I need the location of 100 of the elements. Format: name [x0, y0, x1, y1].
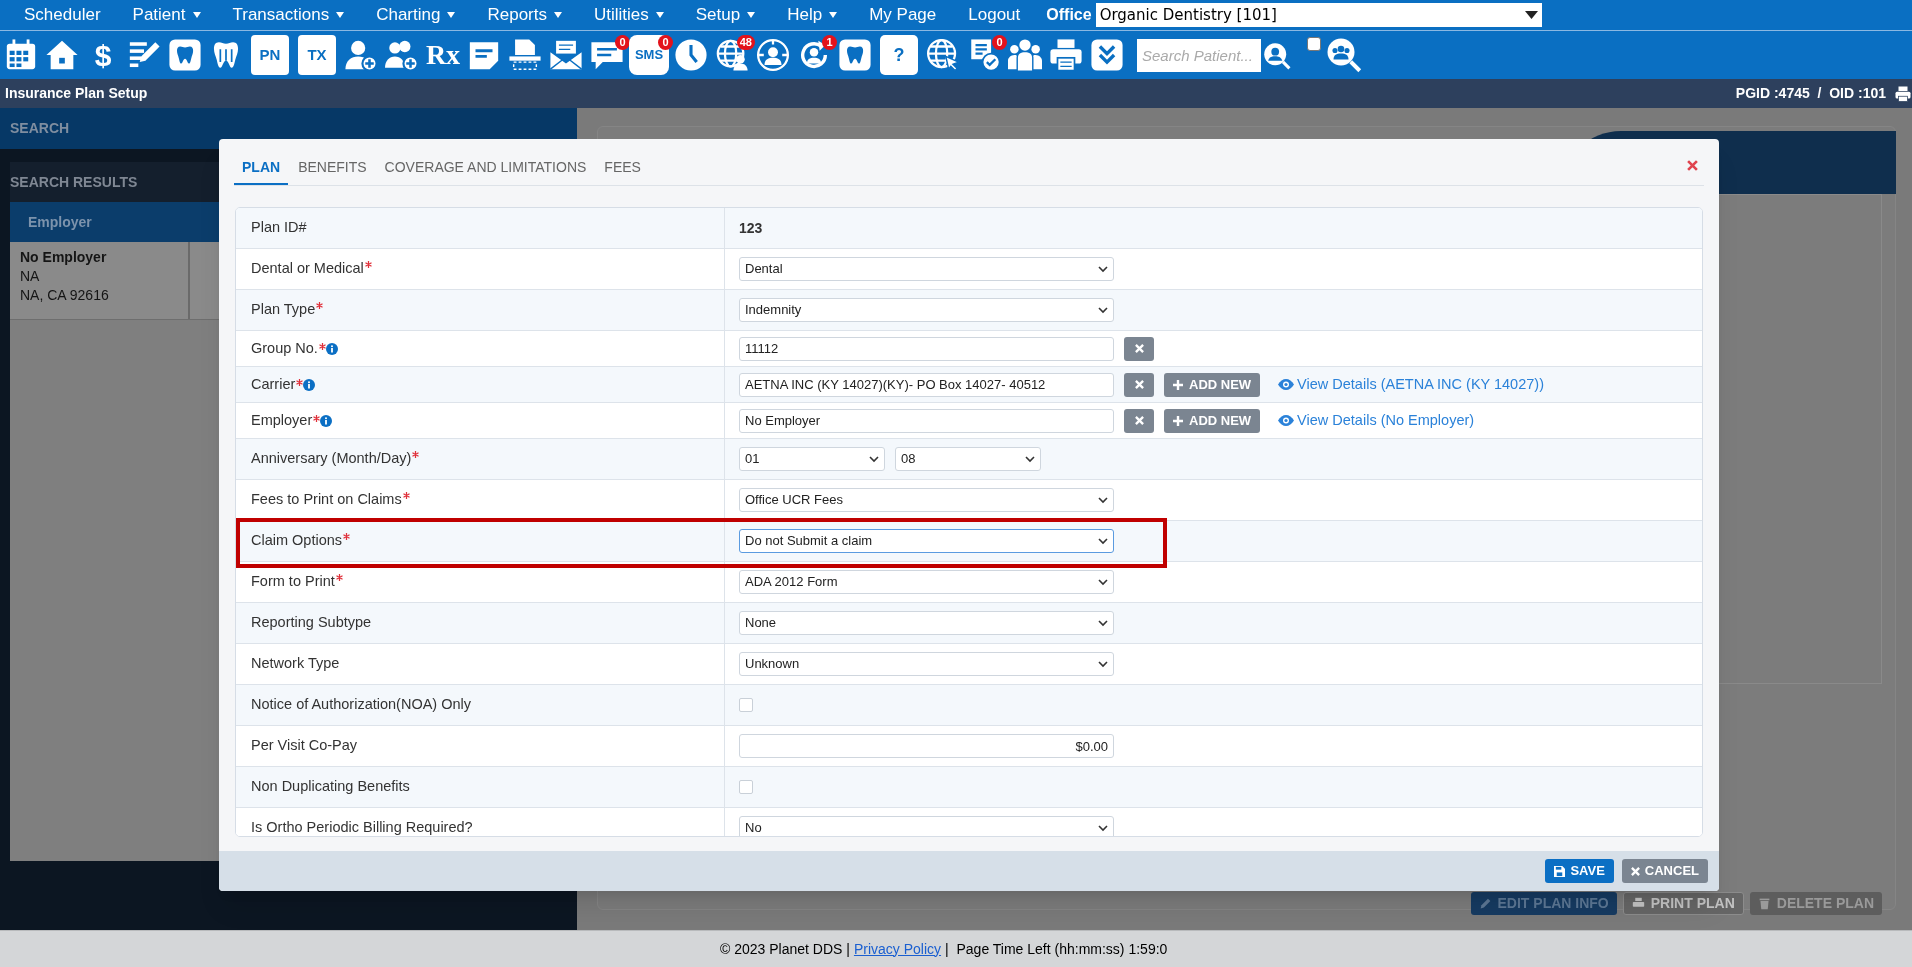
- eye-icon: [1278, 415, 1295, 426]
- cancel-button[interactable]: CANCEL: [1621, 859, 1708, 883]
- clear-button[interactable]: [1124, 336, 1154, 361]
- notification-count: 0: [658, 35, 673, 50]
- toolbar-button[interactable]: $: [84, 35, 122, 75]
- office-dropdown[interactable]: Organic Dentistry [101]: [1095, 3, 1542, 27]
- printer-icon: [1049, 38, 1083, 72]
- tab[interactable]: BENEFITS: [290, 152, 375, 185]
- search-heading: SEARCH: [10, 119, 70, 138]
- clear-button[interactable]: [1124, 372, 1154, 397]
- dropdown[interactable]: Unknown: [739, 652, 1114, 676]
- close-icon: [1134, 380, 1144, 389]
- info-icon[interactable]: [303, 378, 316, 391]
- chevron-down-icon: [1098, 496, 1108, 504]
- printer-icon[interactable]: [1894, 84, 1912, 103]
- plus-icon: [1173, 379, 1183, 390]
- office-label: Office: [1046, 5, 1092, 25]
- close-icon: [1134, 344, 1144, 353]
- menu-item[interactable]: Help: [771, 0, 854, 30]
- home-icon: [45, 38, 79, 72]
- dropdown[interactable]: Do not Submit a claim: [739, 529, 1114, 553]
- privacy-policy-link[interactable]: Privacy Policy: [853, 938, 942, 960]
- view-details-link[interactable]: View Details (No Employer): [1278, 409, 1475, 432]
- dropdown[interactable]: No: [739, 816, 1114, 836]
- save-button[interactable]: SAVE: [1545, 859, 1614, 883]
- view-details-link[interactable]: View Details (AETNA INC (KY 14027)): [1278, 373, 1544, 396]
- input-field[interactable]: 11112: [739, 336, 1114, 361]
- dropdown[interactable]: 08: [895, 447, 1041, 471]
- checkbox[interactable]: [1307, 37, 1321, 51]
- field-label: Is Ortho Periodic Billing Required?: [251, 818, 473, 836]
- column-header: Employer: [27, 212, 93, 232]
- menu-item[interactable]: Setup: [679, 0, 772, 30]
- close-icon[interactable]: [1687, 160, 1698, 171]
- trash-icon: [1757, 897, 1771, 910]
- chevron-down-icon: [1098, 619, 1108, 627]
- add-new-button[interactable]: ADD NEW: [1164, 372, 1261, 397]
- user-add-icon: [344, 38, 378, 72]
- field-label: Plan ID#: [251, 218, 307, 238]
- dimmed-button[interactable]: PRINT PLAN: [1622, 892, 1744, 915]
- menu-item[interactable]: Utilities: [578, 0, 680, 30]
- envelope-icon: [549, 38, 583, 72]
- scanner-icon: [508, 38, 542, 72]
- field-label: Form to Print: [251, 572, 335, 592]
- field-label: Notice of Authorization(NOA) Only: [251, 695, 471, 715]
- amount-field[interactable]: $0.00: [739, 734, 1114, 758]
- field-label: Fees to Print on Claims: [251, 490, 402, 510]
- plus-icon: [1173, 415, 1183, 426]
- chevron-down-icon: [1098, 578, 1108, 586]
- menu-item[interactable]: Patient: [116, 0, 217, 30]
- field-label: Group No.: [251, 338, 318, 358]
- tab[interactable]: FEES: [596, 152, 649, 185]
- input-field[interactable]: No Employer: [739, 408, 1114, 433]
- caret-icon: [1524, 11, 1538, 19]
- field-label: Non Duplicating Benefits: [251, 777, 410, 797]
- dropdown[interactable]: ADA 2012 Form: [739, 570, 1114, 594]
- patient-search-field[interactable]: Search Patient...: [1137, 38, 1261, 72]
- clear-button[interactable]: [1124, 408, 1154, 433]
- toolbar-button[interactable]: PN: [251, 35, 289, 75]
- globe-cursor-icon: [926, 38, 960, 72]
- menu-item[interactable]: Scheduler: [8, 0, 117, 30]
- field-label: Plan Type: [251, 300, 316, 320]
- notification-count: 0: [992, 35, 1007, 50]
- tab[interactable]: PLAN: [234, 152, 289, 185]
- input-field[interactable]: AETNA INC (KY 14027)(KY)- PO Box 14027- 40512: [739, 372, 1114, 397]
- page-ids: PGID :4745 / OID :101: [1735, 84, 1886, 103]
- menu-item[interactable]: Charting: [360, 0, 472, 30]
- info-icon[interactable]: [320, 414, 333, 427]
- notification-count: 1: [822, 35, 837, 50]
- dropdown[interactable]: Dental: [739, 257, 1114, 281]
- people-icon: [1008, 38, 1042, 72]
- dropdown[interactable]: Office UCR Fees: [739, 488, 1114, 512]
- menu-item[interactable]: My Page: [853, 0, 953, 30]
- tooth-icon: [838, 38, 872, 72]
- menu-item[interactable]: Logout: [952, 0, 1037, 30]
- chevrons-down-icon: [1090, 38, 1124, 72]
- menu-item[interactable]: Transactions: [216, 0, 361, 30]
- dropdown[interactable]: None: [739, 611, 1114, 635]
- chevron-down-icon: [1025, 455, 1035, 463]
- menu-item[interactable]: Reports: [471, 0, 578, 30]
- toolbar-button[interactable]: TX: [298, 35, 336, 75]
- toolbar-button[interactable]: ?: [880, 35, 918, 75]
- tooth-icon: [168, 38, 202, 72]
- info-icon[interactable]: [325, 342, 338, 355]
- toolbar-button[interactable]: Rx: [424, 35, 462, 75]
- clock-icon: [674, 38, 708, 72]
- field-label: Employer: [251, 410, 313, 430]
- employer-name: No Employer: [20, 248, 108, 267]
- field-label: Network Type: [251, 654, 340, 674]
- chevron-down-icon: [1098, 537, 1108, 545]
- calendar-icon: [4, 38, 38, 72]
- field-label: Anniversary (Month/Day): [251, 449, 412, 469]
- tab[interactable]: COVERAGE AND LIMITATIONS: [376, 152, 595, 185]
- field-label: Dental or Medical: [251, 259, 364, 279]
- page-time-left: | Page Time Left (hh:mm:ss) 1:59:0: [945, 939, 1168, 959]
- field-label: Claim Options: [251, 531, 343, 551]
- add-new-button[interactable]: ADD NEW: [1164, 408, 1261, 433]
- group-search-icon[interactable]: [1326, 37, 1362, 73]
- dropdown[interactable]: 01: [739, 447, 885, 471]
- field-label: Per Visit Co-Pay: [251, 736, 358, 756]
- dropdown[interactable]: Indemnity: [739, 298, 1114, 322]
